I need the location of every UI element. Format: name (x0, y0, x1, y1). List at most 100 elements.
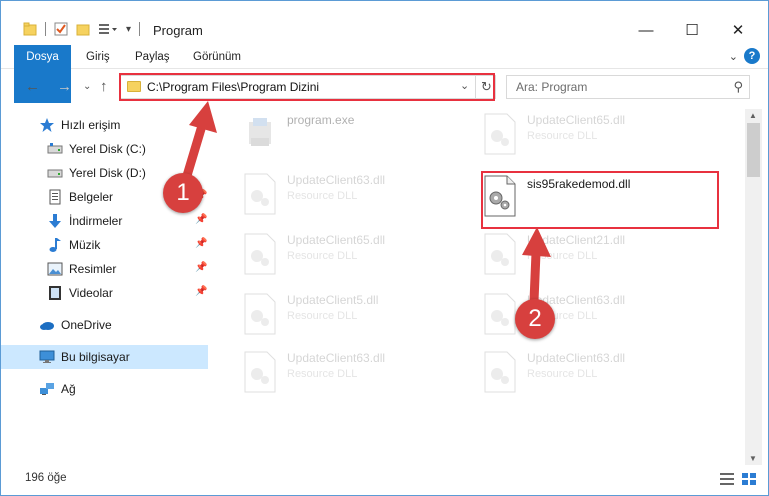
search-icon: ⚲ (733, 79, 743, 94)
tiles-view-icon[interactable] (741, 472, 757, 486)
star-icon (40, 118, 54, 132)
ribbon: Dosya Giriş Paylaş Görünüm ⌄ ? (1, 45, 768, 103)
scroll-down-icon[interactable]: ▼ (749, 454, 757, 463)
tab-view[interactable]: Görünüm (183, 45, 251, 69)
file-name: UpdateClient65.dll (527, 113, 626, 127)
file-item[interactable]: UpdateClient5.dll Resource DLL (233, 289, 473, 347)
toolbar-separator (139, 22, 141, 36)
sidebar-item-label: Yerel Disk (C:) (69, 142, 146, 156)
sidebar-item-pictures[interactable]: Resimler 📌 (1, 257, 208, 281)
minimize-button[interactable]: — (623, 15, 669, 45)
title-bar: ▾ Program — ☐ ✕ (1, 1, 768, 45)
pin-icon[interactable]: 📌 (195, 214, 207, 225)
toolbar-separator (45, 22, 46, 36)
minimize-icon: — (638, 21, 654, 39)
file-item[interactable]: UpdateClient63.dll Resource DLL (233, 169, 473, 227)
window-title: Program (153, 23, 203, 38)
file-name: UpdateClient63.dll (287, 173, 386, 187)
pin-icon[interactable]: 📌 (195, 238, 207, 249)
file-name: UpdateClient5.dll (287, 293, 379, 307)
drive-icon (47, 169, 63, 178)
address-highlight (119, 73, 495, 101)
up-button[interactable]: ↑ (100, 78, 108, 95)
sidebar-item-onedrive[interactable]: OneDrive (1, 313, 208, 337)
dll-file-icon (484, 233, 516, 275)
sidebar-item-label: Videolar (69, 286, 113, 300)
properties-icon[interactable] (54, 22, 68, 36)
dll-file-icon (484, 293, 516, 335)
file-highlight (481, 171, 719, 229)
sidebar-item-label: Müzik (69, 238, 101, 252)
customize-toolbar-icon[interactable] (98, 22, 118, 36)
pin-icon[interactable]: 📌 (195, 262, 207, 273)
dll-file-icon (244, 173, 276, 215)
help-icon[interactable]: ? (744, 48, 760, 64)
sidebar-item-downloads[interactable]: İndirmeler 📌 (1, 209, 208, 233)
quick-access-toolbar: ▾ (23, 22, 141, 36)
sidebar-item-label: OneDrive (61, 318, 112, 332)
close-button[interactable]: ✕ (715, 15, 761, 45)
dll-file-icon (244, 351, 276, 393)
scroll-up-icon[interactable]: ▲ (749, 111, 757, 120)
file-type: Resource DLL (287, 190, 358, 202)
file-type: Resource DLL (287, 310, 358, 322)
scrollbar-thumb[interactable] (747, 123, 760, 177)
explorer-window: ▾ Program — ☐ ✕ Dosya Giriş Paylaş Görün… (0, 0, 769, 496)
maximize-button[interactable]: ☐ (669, 15, 715, 45)
videos-icon (49, 286, 61, 300)
details-view-icon[interactable] (719, 472, 735, 486)
file-type: Resource DLL (527, 250, 598, 262)
file-item[interactable]: UpdateClient63.dll Resource DLL (473, 347, 713, 405)
file-item[interactable]: program.exe (233, 109, 473, 167)
sidebar-item-local-disk-c[interactable]: Yerel Disk (C:) (1, 137, 208, 161)
status-bar: 196 öğe (1, 465, 768, 495)
search-input[interactable]: Ara: Program ⚲ (506, 75, 750, 99)
navigation-pane: Hızlı erişim Yerel Disk (C:) Yerel Disk … (1, 109, 216, 461)
search-placeholder: Ara: Program (516, 80, 588, 94)
expand-ribbon-icon[interactable]: ⌄ (729, 50, 738, 63)
vertical-scrollbar[interactable]: ▲ ▼ (745, 109, 762, 465)
file-type: Resource DLL (527, 130, 598, 142)
cloud-icon (40, 322, 54, 330)
recent-locations-icon[interactable]: ⌄ (83, 81, 91, 92)
file-item[interactable]: UpdateClient21.dll Resource DLL (473, 229, 713, 287)
file-name: program.exe (287, 113, 355, 127)
pictures-icon (47, 262, 63, 276)
file-list: program.exe UpdateClient65.dll Resource … (217, 109, 744, 461)
sidebar-item-videos[interactable]: Videolar 📌 (1, 281, 208, 305)
sidebar-item-network[interactable]: Ağ (1, 377, 208, 401)
network-icon (40, 383, 54, 395)
file-name: UpdateClient21.dll (527, 233, 626, 247)
item-count: 196 öğe (25, 472, 67, 484)
sidebar-item-label: Yerel Disk (D:) (69, 166, 146, 180)
tab-home[interactable]: Giriş (76, 45, 120, 69)
step-badge-1: 1 (163, 173, 203, 213)
dll-file-icon (244, 293, 276, 335)
file-item[interactable]: UpdateClient63.dll Resource DLL (233, 347, 473, 405)
chevron-down-icon[interactable]: ▾ (126, 24, 131, 35)
sidebar-item-quick-access[interactable]: Hızlı erişim (1, 113, 208, 137)
drive-icon (47, 143, 63, 154)
sidebar-item-label: Ağ (61, 382, 76, 396)
step-badge-2: 2 (515, 299, 555, 339)
sidebar-item-this-pc[interactable]: Bu bilgisayar (1, 345, 208, 369)
music-icon (49, 238, 61, 252)
tab-share[interactable]: Paylaş (125, 45, 180, 69)
sidebar-item-label: İndirmeler (69, 214, 123, 228)
dll-file-icon (484, 351, 516, 393)
back-button[interactable]: ← (25, 78, 40, 95)
computer-icon (39, 350, 55, 363)
file-type: Resource DLL (287, 250, 358, 262)
sidebar-item-label: Hızlı erişim (61, 118, 121, 132)
new-folder-icon[interactable] (76, 22, 90, 36)
forward-button[interactable]: → (57, 78, 72, 95)
file-item[interactable]: UpdateClient63.dll Resource DLL (473, 289, 713, 347)
file-item[interactable]: UpdateClient65.dll Resource DLL (473, 109, 713, 167)
sidebar-item-music[interactable]: Müzik 📌 (1, 233, 208, 257)
sidebar-item-label: Bu bilgisayar (61, 350, 130, 364)
dll-file-icon (244, 233, 276, 275)
pin-icon[interactable]: 📌 (195, 286, 207, 297)
file-name: UpdateClient63.dll (287, 351, 386, 365)
dll-file-icon (484, 113, 516, 155)
file-item[interactable]: UpdateClient65.dll Resource DLL (233, 229, 473, 287)
